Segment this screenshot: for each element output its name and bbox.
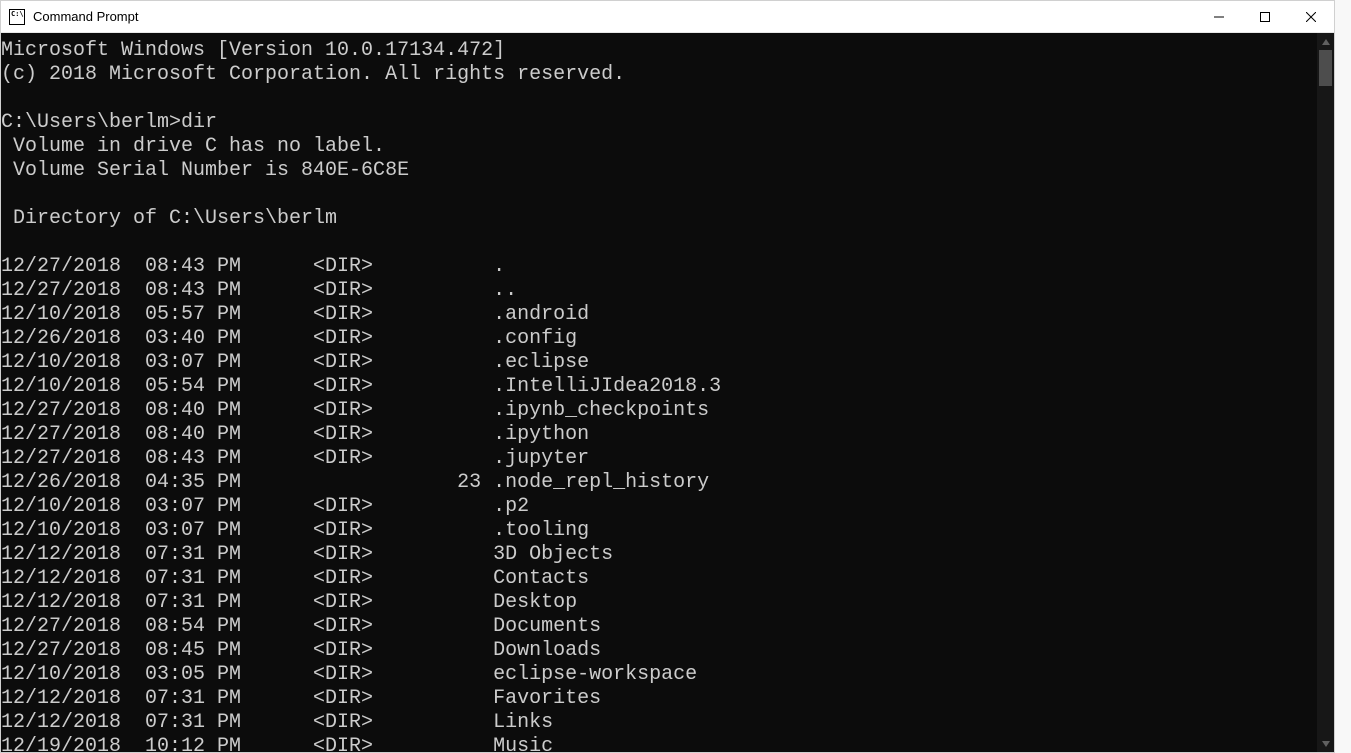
minimize-icon — [1214, 12, 1224, 22]
window-title: Command Prompt — [33, 9, 138, 24]
scrollbar-track[interactable] — [1317, 50, 1334, 735]
close-icon — [1306, 12, 1316, 22]
terminal-output[interactable]: Microsoft Windows [Version 10.0.17134.47… — [1, 33, 1317, 752]
command-prompt-icon: C:\. — [9, 9, 25, 25]
titlebar[interactable]: C:\. Command Prompt — [1, 1, 1334, 33]
maximize-icon — [1260, 12, 1270, 22]
terminal-area: Microsoft Windows [Version 10.0.17134.47… — [1, 33, 1334, 752]
maximize-button[interactable] — [1242, 1, 1288, 33]
scrollbar-up-arrow[interactable] — [1317, 33, 1334, 50]
chevron-up-icon — [1322, 39, 1330, 45]
scrollbar-down-arrow[interactable] — [1317, 735, 1334, 752]
minimize-button[interactable] — [1196, 1, 1242, 33]
close-button[interactable] — [1288, 1, 1334, 33]
page-right-gutter — [1335, 0, 1351, 753]
chevron-down-icon — [1322, 741, 1330, 747]
scrollbar-thumb[interactable] — [1319, 50, 1332, 86]
scrollbar[interactable] — [1317, 33, 1334, 752]
command-prompt-window: C:\. Command Prompt Microsoft Windows [V… — [0, 0, 1335, 753]
